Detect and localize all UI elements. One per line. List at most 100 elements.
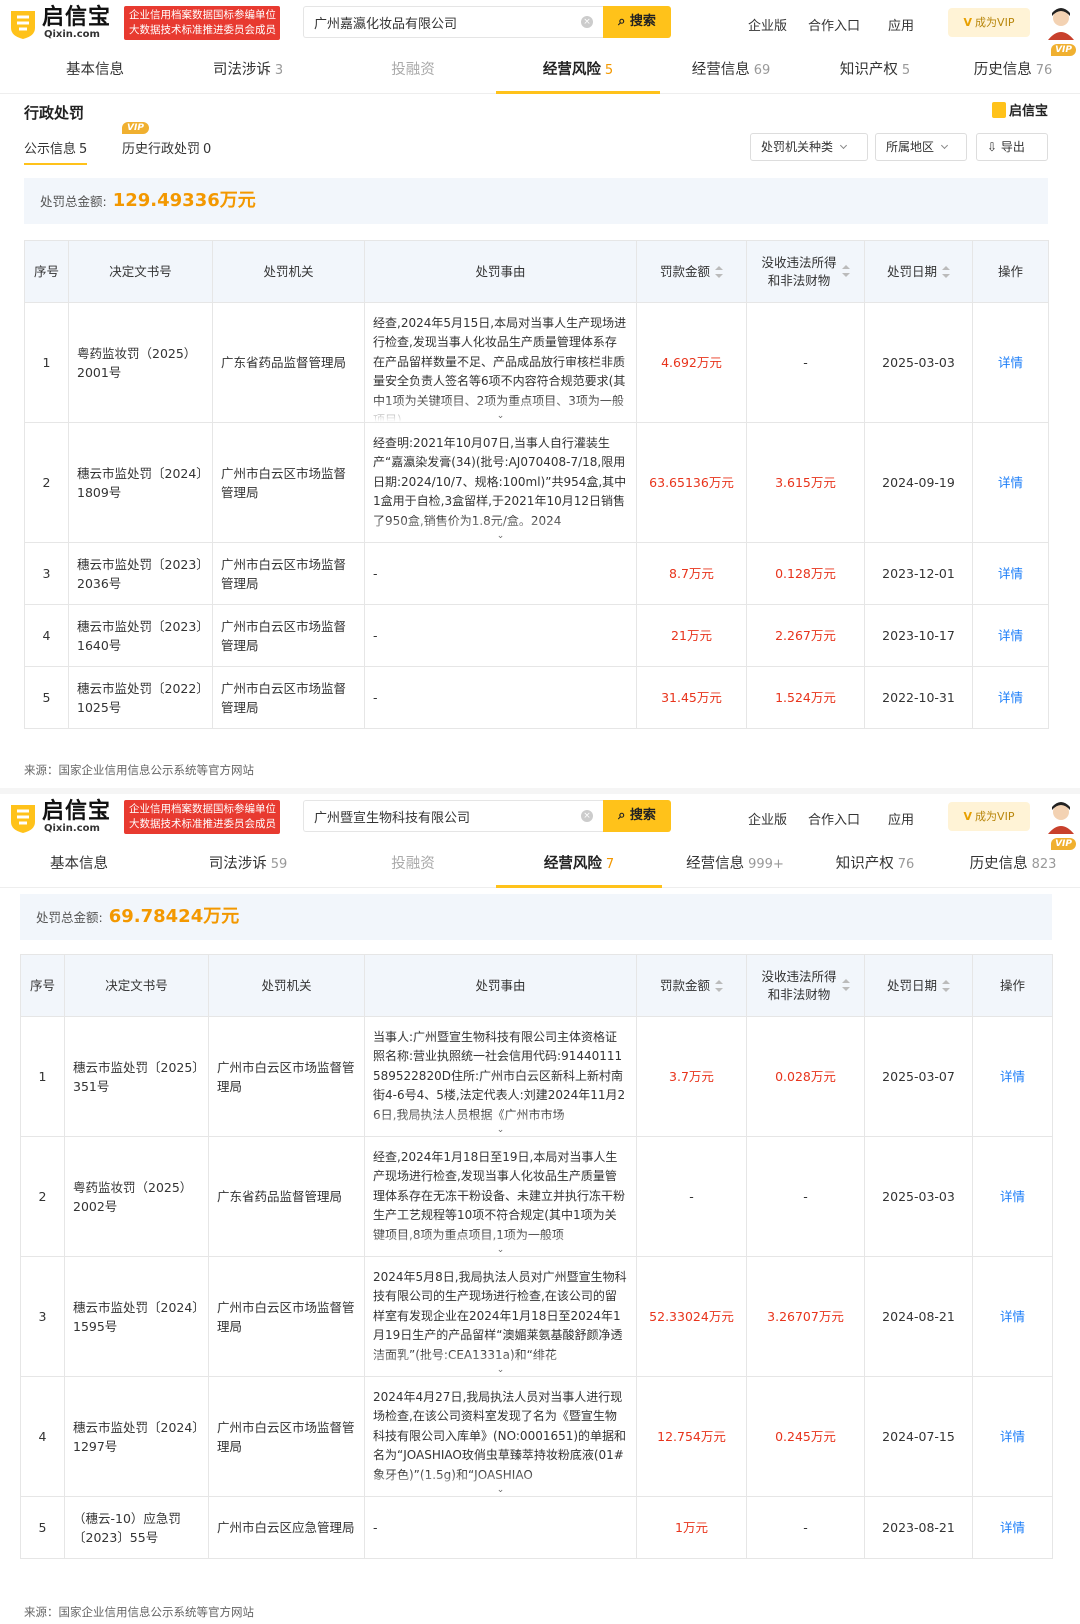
user-avatar[interactable] bbox=[1046, 6, 1076, 40]
qixin-logo[interactable]: 启信宝 Qixin.com bbox=[8, 5, 118, 42]
become-vip-button[interactable]: V 成为VIP bbox=[948, 8, 1030, 37]
col-confiscate[interactable]: 没收违法所得 和非法财物 bbox=[746, 240, 865, 303]
detail-link[interactable]: 详情 bbox=[972, 1256, 1053, 1377]
row-reason: - bbox=[364, 1496, 637, 1559]
tab-basic-info[interactable]: 基本信息 bbox=[32, 46, 158, 94]
export-button[interactable]: ⇩ 导出 bbox=[976, 133, 1048, 161]
tab-label: 知识产权 bbox=[835, 856, 894, 872]
expand-chevron-icon[interactable]: ⌄ bbox=[496, 1365, 506, 1375]
sort-icon[interactable] bbox=[841, 979, 850, 991]
logo-subtext: Qixin.com bbox=[44, 29, 100, 40]
logo-mark-icon bbox=[991, 102, 1006, 118]
table-header-row: 序号 决定文书号 处罚机关 处罚事由 罚款金额 没收违法所得 和非法财物 处罚日期… bbox=[24, 240, 1049, 303]
col-org: 处罚机关 bbox=[208, 954, 365, 1017]
expand-chevron-icon[interactable]: ⌄ bbox=[496, 1125, 506, 1135]
sort-icon[interactable] bbox=[942, 265, 950, 278]
expand-chevron-icon[interactable]: ⌄ bbox=[496, 411, 506, 421]
detail-link[interactable]: 详情 bbox=[972, 1016, 1053, 1137]
search-input[interactable] bbox=[304, 7, 564, 37]
subtab-label: 公示信息 bbox=[24, 142, 77, 157]
col-fine[interactable]: 罚款金额 bbox=[636, 954, 747, 1017]
become-vip-button[interactable]: V 成为VIP bbox=[948, 802, 1030, 831]
nav-enterprise[interactable]: 企业版 bbox=[748, 15, 787, 34]
row-doc: 穗云市监处罚〔2022〕1025号 bbox=[68, 666, 213, 729]
tab-business-info[interactable]: 经营信息 69 bbox=[666, 46, 796, 94]
filter-label: 处罚机关种类 bbox=[761, 140, 834, 154]
row-reason: 2024年4月27日,我局执法人员对当事人进行现场检查,在该公司资料室发现了名为… bbox=[364, 1376, 637, 1497]
tab-history[interactable]: 历史信息 823 VIP bbox=[950, 838, 1076, 888]
clear-icon[interactable]: × bbox=[581, 16, 593, 28]
search-icon: ⌕ bbox=[618, 14, 626, 29]
table-row: 2 粤药监妆罚（2025）2002号 广东省药品监督管理局 经查,2024年1月… bbox=[20, 1136, 1053, 1257]
subtab-history-penalty[interactable]: VIP 历史行政处罚 0 bbox=[122, 122, 211, 157]
row-no: 3 bbox=[20, 1256, 65, 1377]
tab-count: 76 bbox=[1035, 63, 1053, 78]
tab-judicial[interactable]: 司法涉诉 59 bbox=[182, 840, 314, 888]
col-confiscate[interactable]: 没收违法所得 和非法财物 bbox=[746, 954, 865, 1017]
tab-business-risk[interactable]: 经营风险 5 bbox=[496, 46, 660, 94]
expand-chevron-icon[interactable]: ⌄ bbox=[496, 1485, 506, 1495]
nav-enterprise[interactable]: 企业版 bbox=[748, 809, 787, 828]
nav-cooperation[interactable]: 合作入口 bbox=[808, 15, 860, 34]
row-reason: 2024年5月8日,我局执法人员对广州暨宣生物科技有限公司的生产现场进行检查,在… bbox=[364, 1256, 637, 1377]
row-confiscate: 0.128万元 bbox=[746, 542, 865, 605]
row-date: 2024-09-19 bbox=[864, 422, 973, 543]
col-action: 操作 bbox=[972, 240, 1049, 303]
region-filter[interactable]: 所属地区 bbox=[875, 133, 967, 161]
tab-ip[interactable]: 知识产权 76 bbox=[808, 840, 942, 888]
row-org: 广州市白云区市场监督管理局 bbox=[212, 666, 365, 729]
detail-link[interactable]: 详情 bbox=[972, 1496, 1053, 1559]
row-date: 2025-03-03 bbox=[864, 302, 973, 423]
expand-chevron-icon[interactable]: ⌄ bbox=[496, 531, 506, 541]
detail-link[interactable]: 详情 bbox=[972, 422, 1049, 543]
search-button[interactable]: ⌕ 搜索 bbox=[603, 800, 671, 832]
row-org: 广州市白云区市场监督管理局 bbox=[212, 422, 365, 543]
tab-financing[interactable]: 投融资 bbox=[346, 46, 480, 94]
org-type-filter[interactable]: 处罚机关种类 bbox=[750, 133, 868, 161]
vip-button-label: 成为VIP bbox=[975, 810, 1015, 823]
search-input[interactable] bbox=[304, 801, 564, 831]
detail-link[interactable]: 详情 bbox=[972, 666, 1049, 729]
col-fine[interactable]: 罚款金额 bbox=[636, 240, 747, 303]
tab-business-info[interactable]: 经营信息 999+ bbox=[668, 840, 802, 888]
search-button[interactable]: ⌕ 搜索 bbox=[603, 6, 671, 38]
clear-icon[interactable]: × bbox=[581, 810, 593, 822]
tab-business-risk[interactable]: 经营风险 7 bbox=[496, 840, 662, 888]
tab-judicial[interactable]: 司法涉诉 3 bbox=[182, 46, 314, 94]
search-button-label: 搜索 bbox=[629, 14, 656, 29]
tab-ip[interactable]: 知识产权 5 bbox=[808, 46, 942, 94]
user-avatar[interactable] bbox=[1046, 800, 1076, 834]
expand-chevron-icon[interactable]: ⌄ bbox=[496, 1245, 506, 1255]
logo-mark-icon bbox=[11, 11, 35, 39]
tab-label: 历史信息 bbox=[973, 62, 1032, 78]
sort-icon[interactable] bbox=[942, 979, 950, 992]
vip-v-icon: V bbox=[963, 16, 973, 29]
tab-history[interactable]: 历史信息 76 VIP bbox=[950, 44, 1076, 94]
chevron-down-icon bbox=[839, 141, 848, 150]
badge-line-2: 大数据技术标准推进委员会成员 bbox=[129, 24, 276, 36]
detail-link[interactable]: 详情 bbox=[972, 604, 1049, 667]
detail-link[interactable]: 详情 bbox=[972, 1376, 1053, 1497]
tab-label: 经营信息 bbox=[691, 62, 750, 78]
row-confiscate: - bbox=[746, 1136, 865, 1257]
sort-icon[interactable] bbox=[715, 265, 723, 278]
detail-link[interactable]: 详情 bbox=[972, 1136, 1053, 1257]
panel-1: 启信宝 Qixin.com 企业信用档案数据国标参编单位 大数据技术标准推进委员… bbox=[0, 0, 1080, 790]
nav-apps[interactable]: 应用 bbox=[888, 15, 914, 34]
row-confiscate: 3.26707万元 bbox=[746, 1256, 865, 1377]
detail-link[interactable]: 详情 bbox=[972, 542, 1049, 605]
sort-icon[interactable] bbox=[841, 265, 850, 277]
subtab-public-info[interactable]: 公示信息 5 bbox=[24, 138, 88, 165]
col-date[interactable]: 处罚日期 bbox=[864, 954, 973, 1017]
qixin-logo[interactable]: 启信宝 Qixin.com bbox=[8, 799, 118, 836]
sort-icon[interactable] bbox=[715, 979, 723, 992]
col-date[interactable]: 处罚日期 bbox=[864, 240, 973, 303]
vip-tag: VIP bbox=[1051, 838, 1076, 850]
nav-cooperation[interactable]: 合作入口 bbox=[808, 809, 860, 828]
detail-link[interactable]: 详情 bbox=[972, 302, 1049, 423]
tab-count: 5 bbox=[901, 63, 911, 78]
tab-financing[interactable]: 投融资 bbox=[346, 840, 480, 888]
tab-label: 投融资 bbox=[391, 856, 435, 872]
nav-apps[interactable]: 应用 bbox=[888, 809, 914, 828]
tab-basic-info[interactable]: 基本信息 bbox=[16, 840, 142, 888]
